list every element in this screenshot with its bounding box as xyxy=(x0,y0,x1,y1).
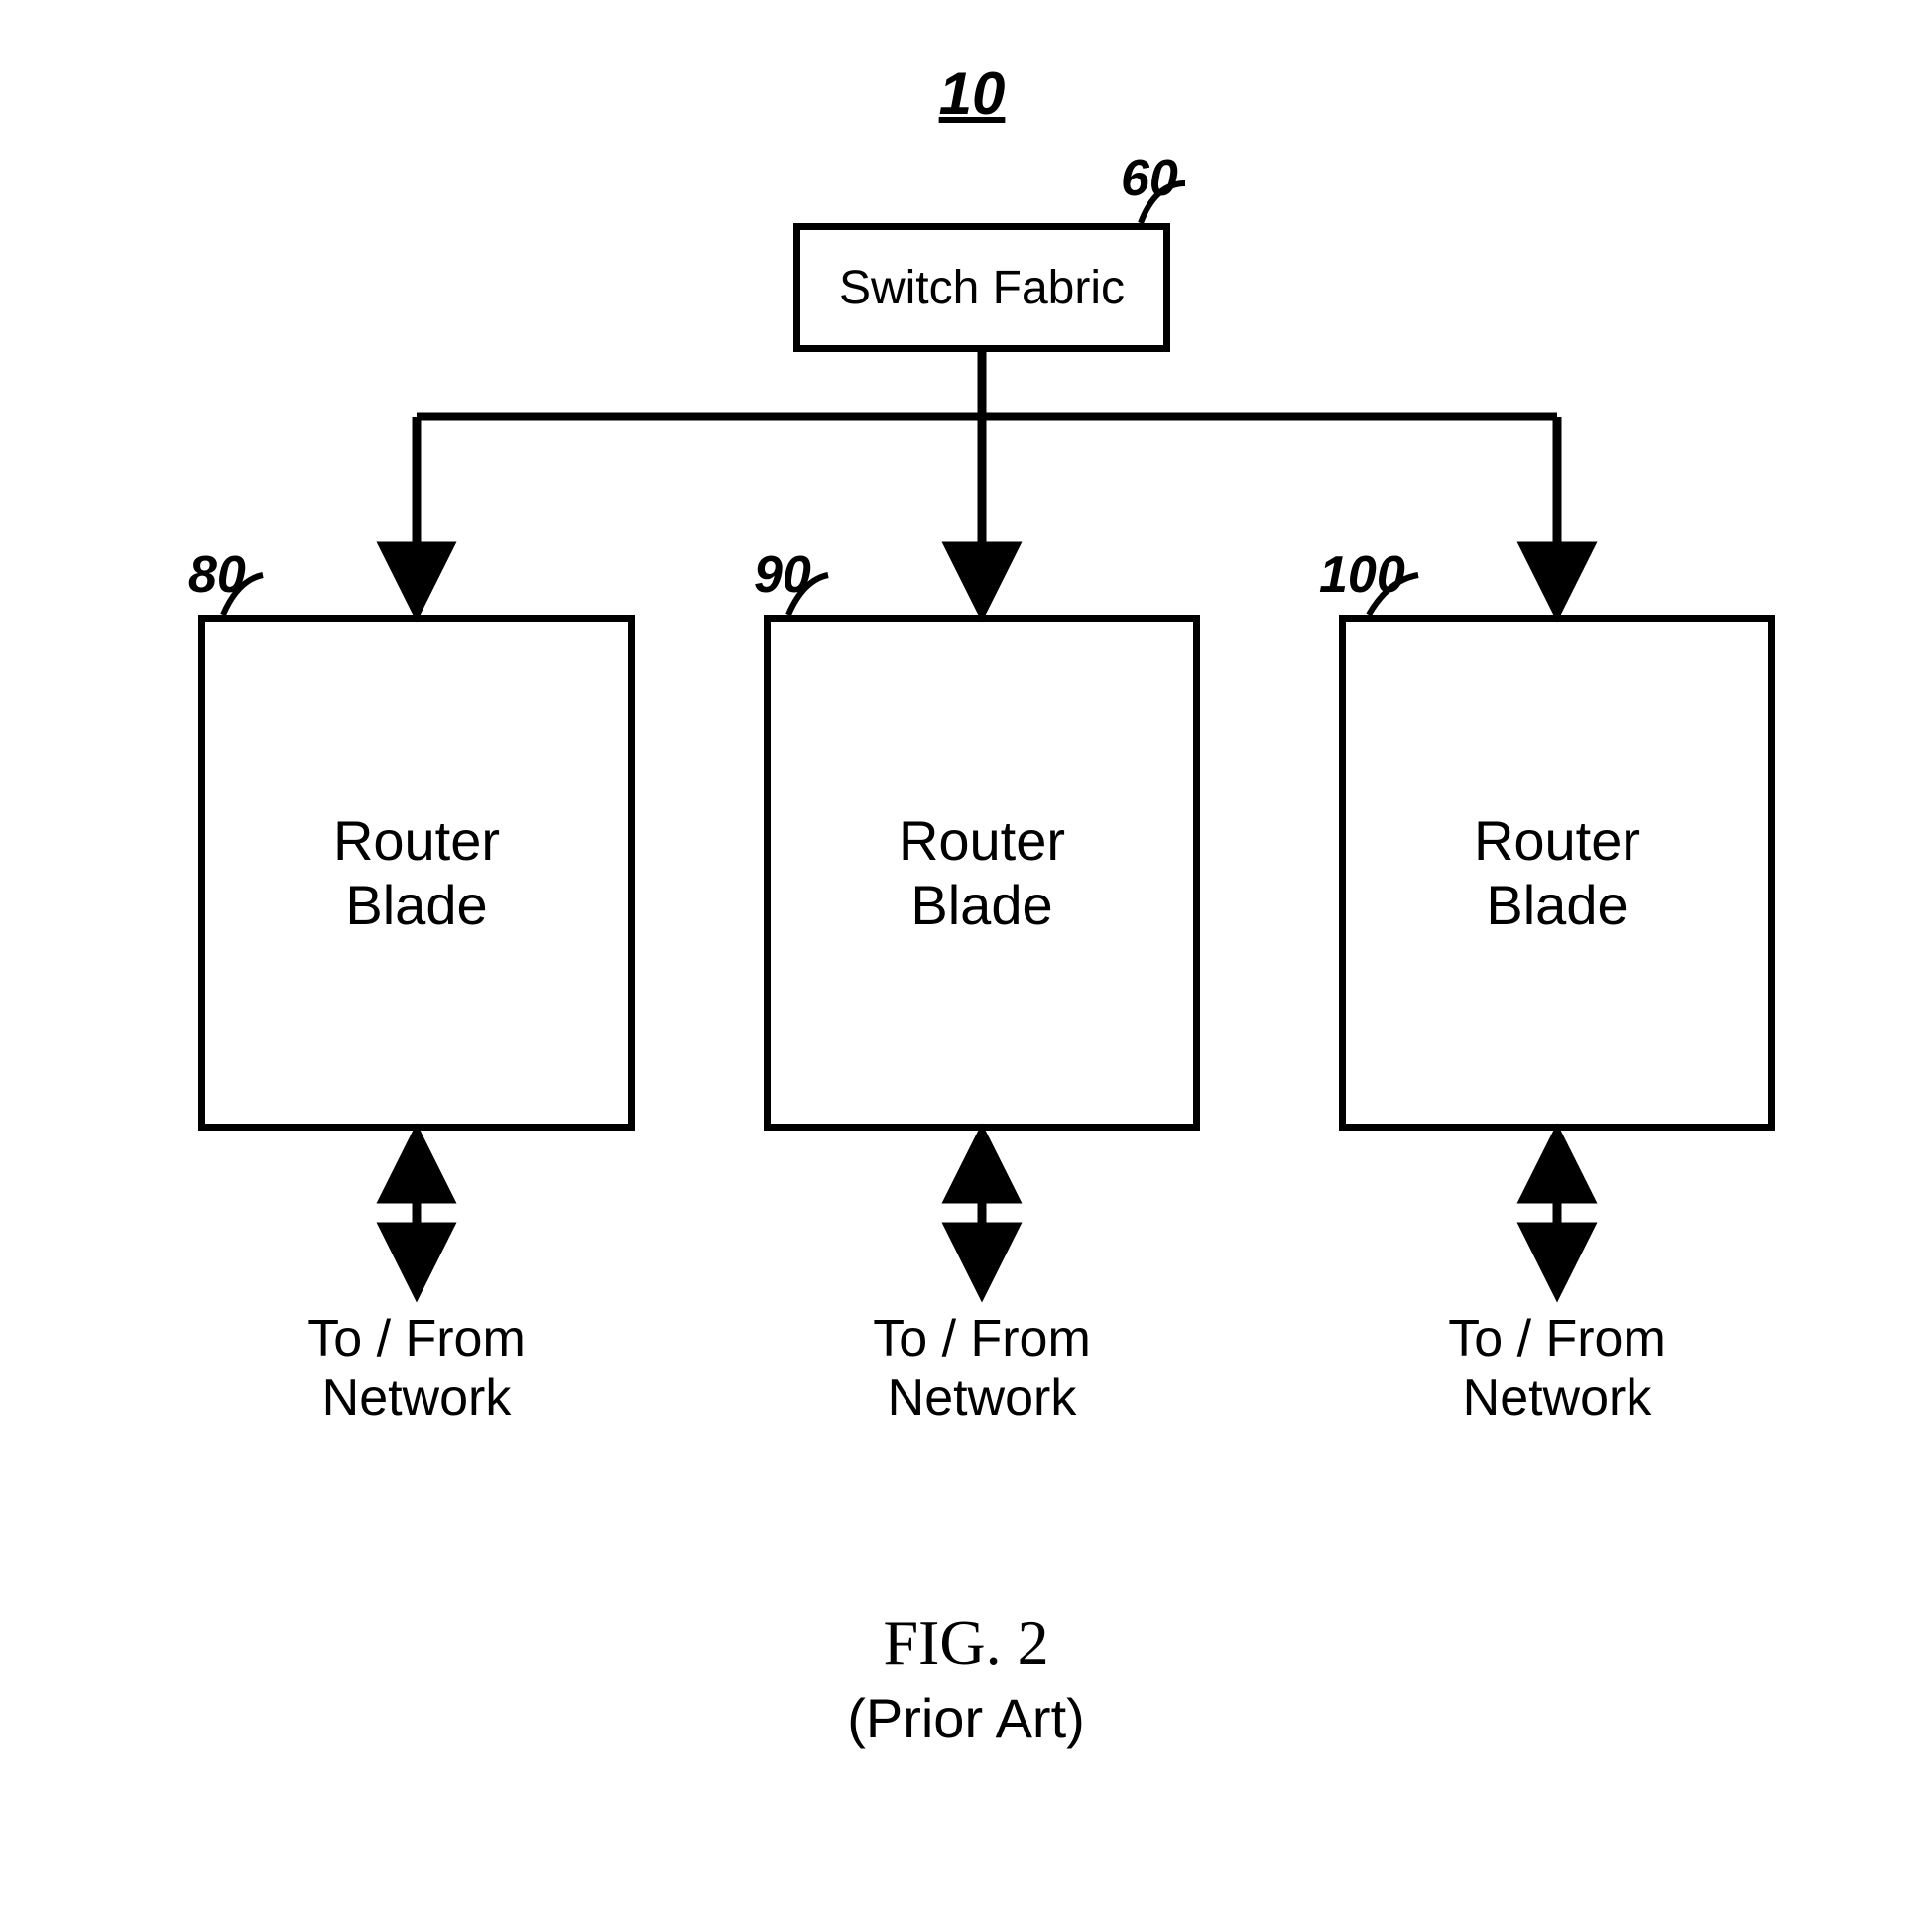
figure-caption: FIG. 2 xyxy=(668,1607,1264,1680)
router-blade-box-2: Router Blade xyxy=(764,615,1200,1131)
io-label-3: To / From Network xyxy=(1398,1309,1716,1428)
router-blade-label-2: Router Blade xyxy=(899,808,1065,937)
figure-subcaption: (Prior Art) xyxy=(668,1686,1264,1750)
router-blade-ref-2: 90 xyxy=(754,545,811,605)
router-blade-ref-3: 100 xyxy=(1319,545,1405,605)
router-blade-label-3: Router Blade xyxy=(1474,808,1640,937)
router-blade-label-1: Router Blade xyxy=(333,808,500,937)
switch-fabric-label: Switch Fabric xyxy=(839,261,1125,315)
router-blade-box-3: Router Blade xyxy=(1339,615,1775,1131)
router-blade-ref-1: 80 xyxy=(188,545,246,605)
figure-id-label: 10 xyxy=(912,60,1031,128)
io-label-2: To / From Network xyxy=(823,1309,1141,1428)
switch-fabric-box: Switch Fabric xyxy=(793,223,1170,352)
switch-fabric-ref: 60 xyxy=(1121,149,1178,208)
router-blade-box-1: Router Blade xyxy=(198,615,635,1131)
io-label-1: To / From Network xyxy=(258,1309,575,1428)
diagram-canvas: 10 Switch Fabric 60 Router Blade 80 To /… xyxy=(0,0,1932,1911)
